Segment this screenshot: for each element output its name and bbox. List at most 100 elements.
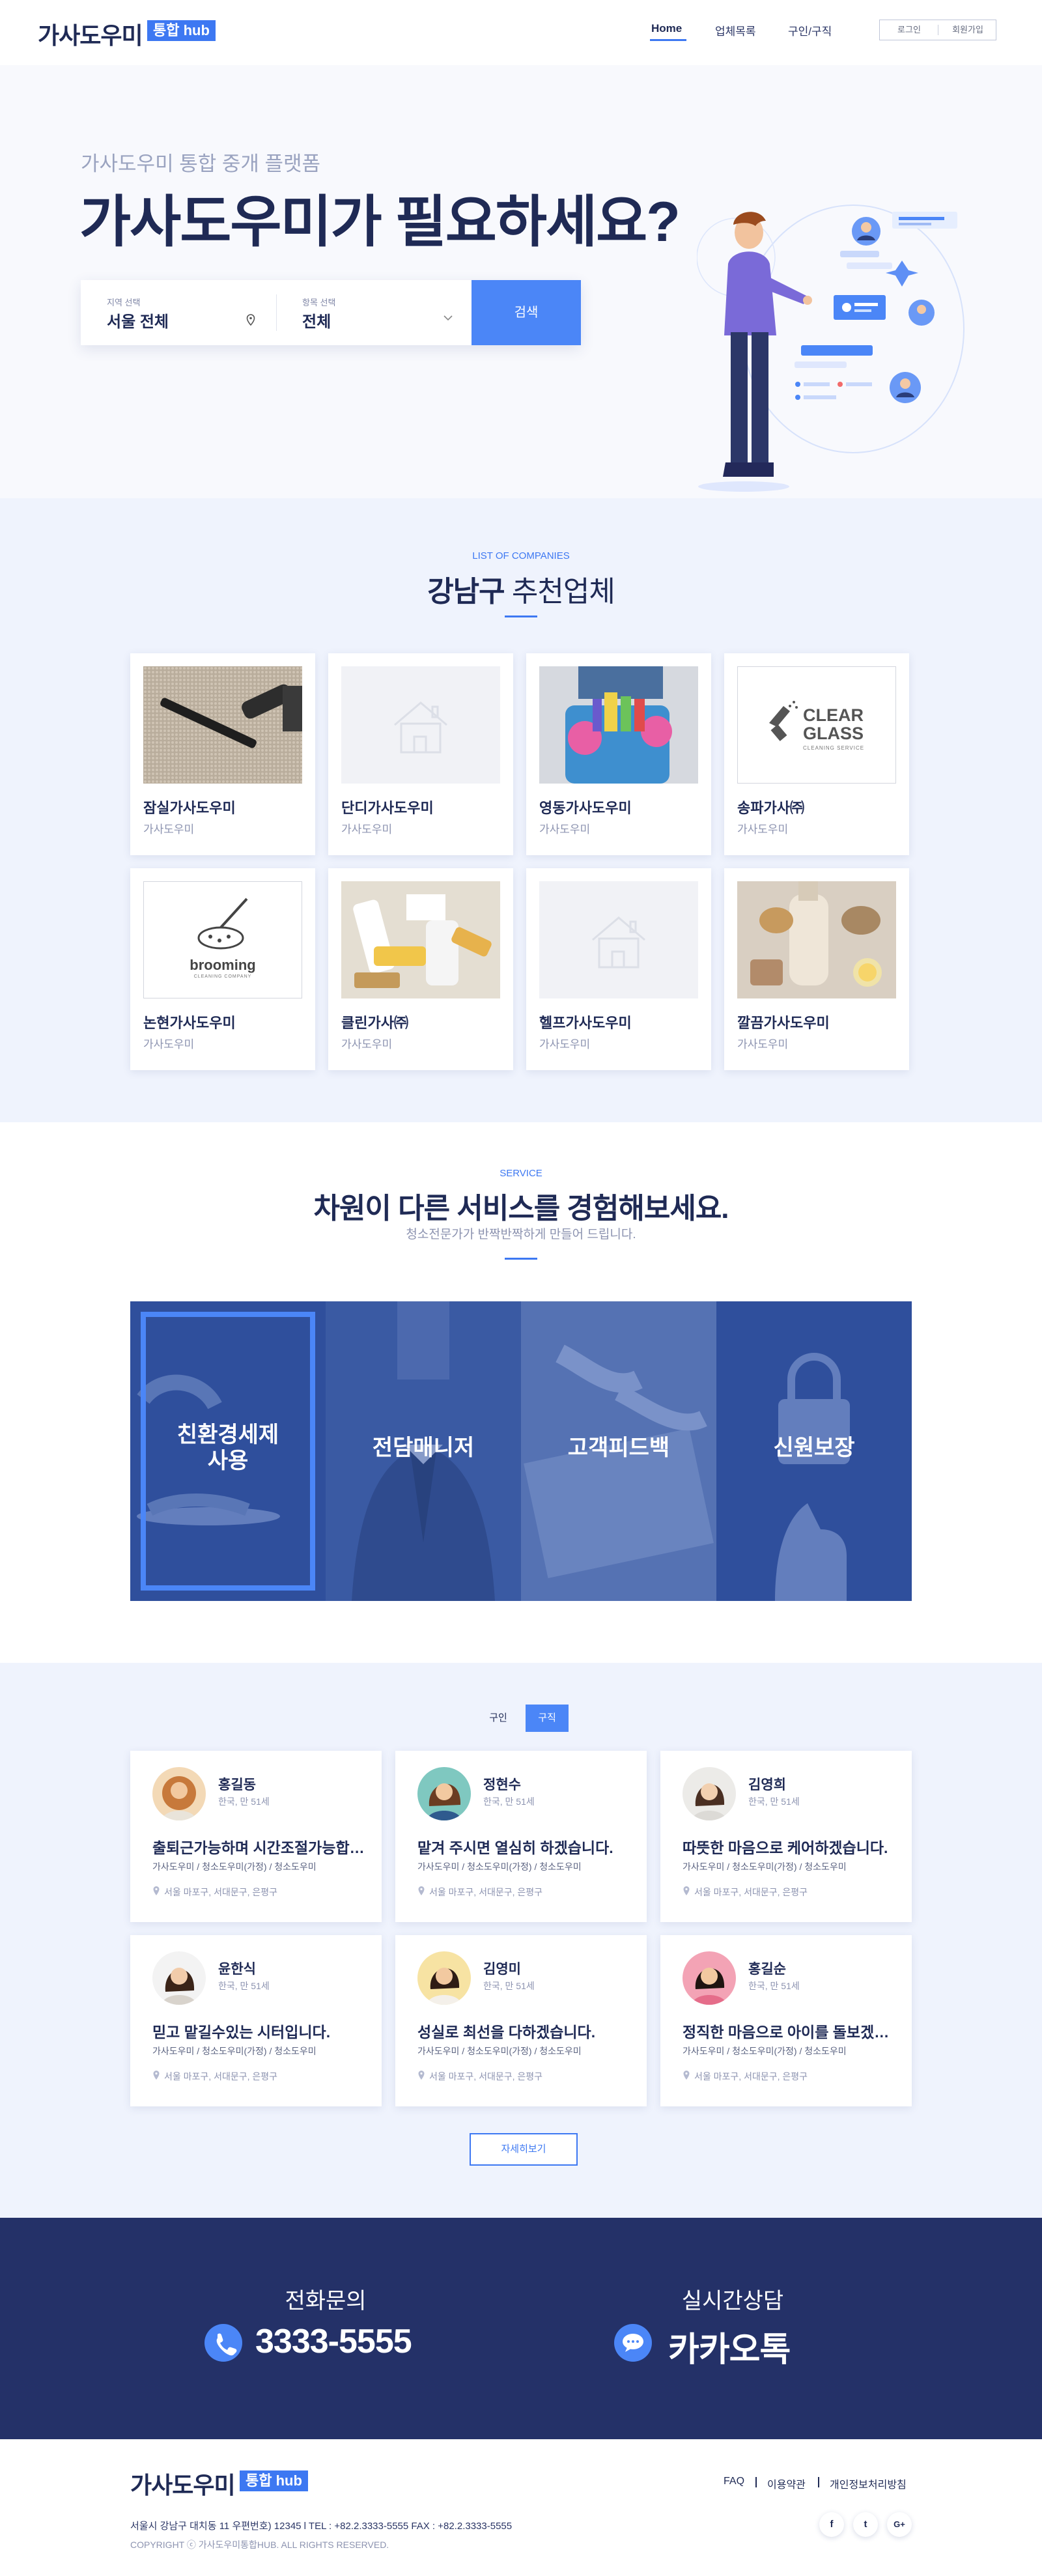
profile-tags: 가사도우미 / 청소도우미(가정) / 청소도우미: [683, 1861, 847, 1872]
profile-tags: 가사도우미 / 청소도우미(가정) / 청소도우미: [417, 1861, 582, 1872]
company-card[interactable]: 헬프가사도우미 가사도우미: [526, 868, 711, 1070]
avatar: [683, 1951, 736, 2005]
login-button[interactable]: 로그인: [880, 20, 938, 40]
phone-icon: [204, 2324, 242, 2362]
profile-tags: 가사도우미 / 청소도우미(가정) / 청소도우미: [152, 2046, 317, 2056]
company-card[interactable]: CLEAR GLASS CLEANING SERVICE 송파가사㈜ 가사도우미: [724, 653, 909, 855]
footer-link-faq[interactable]: FAQ: [724, 2476, 744, 2487]
company-image: [143, 666, 302, 784]
clear-glass-logo-tagline: CLEANING SERVICE: [803, 745, 865, 751]
tab-seeking[interactable]: 구직: [526, 1705, 569, 1732]
company-image: [341, 881, 500, 998]
company-category: 가사도우미: [539, 1038, 591, 1051]
company-card[interactable]: 단디가사도우미 가사도우미: [328, 653, 513, 855]
chat-label: 실시간상담: [681, 2289, 784, 2314]
profile-card[interactable]: 김영희 한국, 만 51세 따뜻한 마음으로 케어하겠습니다. 가사도우미 / …: [660, 1751, 912, 1922]
avatar: [152, 1951, 206, 2005]
nav-active-underline: [650, 39, 686, 41]
profile-card[interactable]: 윤한식 한국, 만 51세 믿고 맡길수있는 시터입니다. 가사도우미 / 청소…: [130, 1935, 382, 2106]
company-name: 단디가사도우미: [341, 800, 434, 816]
chevron-down-icon[interactable]: [443, 314, 453, 322]
location-pin-icon: [418, 1886, 425, 1895]
footer-link-privacy[interactable]: 개인정보처리방침: [830, 2476, 907, 2491]
company-image: [539, 666, 698, 784]
hero-illustration: [697, 205, 965, 492]
phone-number[interactable]: 3333-5555: [255, 2322, 412, 2361]
hero-subtitle: 가사도우미 통합 중개 플랫폼: [81, 152, 321, 175]
company-card[interactable]: 영동가사도우미 가사도우미: [526, 653, 711, 855]
company-name: 영동가사도우미: [539, 800, 632, 816]
service-panel-label: 고객피드백: [567, 1436, 670, 1460]
tab-hiring[interactable]: 구인: [481, 1705, 516, 1732]
brooming-logo-text: brooming: [190, 957, 256, 973]
company-card[interactable]: 클린가사㈜ 가사도우미: [328, 868, 513, 1070]
twitter-icon[interactable]: t: [853, 2512, 878, 2537]
profile-location: 서울 마포구, 서대문구, 은평구: [164, 1887, 278, 1897]
profile-card[interactable]: 홍길순 한국, 만 51세 정직한 마음으로 아이를 돌보겠습니다 가사도우미 …: [660, 1935, 912, 2106]
service-panel-manager[interactable]: 전담매니저: [326, 1301, 521, 1601]
site-footer: 가사도우미 통합 hub FAQ 이용약관 개인정보처리방침 서울시 강남구 대…: [0, 2439, 1042, 2576]
nav-companies[interactable]: 업체목록: [715, 22, 756, 38]
service-panel-eco[interactable]: 친환경세제 사용: [130, 1301, 326, 1601]
company-category: 가사도우미: [737, 1038, 789, 1051]
service-title-underline: [505, 1258, 537, 1260]
brooming-logo: [197, 898, 248, 950]
footer-logo-badge[interactable]: 통합 hub: [240, 2470, 308, 2491]
service-panel-identity[interactable]: 신원보장: [716, 1301, 912, 1601]
logo-badge[interactable]: 통합 hub: [147, 20, 216, 41]
nav-jobs[interactable]: 구인/구직: [788, 22, 832, 38]
google-plus-icon[interactable]: G+: [887, 2512, 912, 2537]
nav-home[interactable]: Home: [651, 22, 682, 35]
profile-card[interactable]: 김영미 한국, 만 51세 성실로 최선을 다하겠습니다. 가사도우미 / 청소…: [395, 1935, 647, 2106]
profile-card[interactable]: 정현수 한국, 만 51세 맡겨 주시면 열심히 하겠습니다. 가사도우미 / …: [395, 1751, 647, 1922]
profile-location: 서울 마포구, 서대문구, 은평구: [164, 2071, 278, 2082]
avatar: [683, 1767, 736, 1820]
search-button[interactable]: 검색: [472, 280, 581, 345]
companies-title: 강남구 추천업체: [0, 568, 1042, 610]
profile-tags: 가사도우미 / 청소도우미(가정) / 청소도우미: [417, 2046, 582, 2056]
footer-logo[interactable]: 가사도우미: [130, 2467, 236, 2500]
avatar: [152, 1767, 206, 1820]
companies-eyebrow: LIST OF COMPANIES: [472, 550, 570, 561]
contact-section: 전화문의 3333-5555 실시간상담 카카오톡: [0, 2218, 1042, 2439]
service-panels: 친환경세제 사용 전담매니저 고객피드백 신원보장: [130, 1301, 912, 1601]
service-section: SERVICE 차원이 다른 서비스를 경험해보세요. 청소전문가가 반짝반짝하…: [0, 1122, 1042, 1663]
companies-title-underline: [505, 616, 537, 617]
category-select[interactable]: 전체: [302, 309, 331, 332]
region-label: 지역 선택: [107, 298, 141, 307]
companies-title-strong: 강남구: [427, 576, 505, 608]
location-pin-icon: [246, 314, 255, 326]
facebook-icon[interactable]: f: [819, 2512, 844, 2537]
signup-button[interactable]: 회원가입: [938, 20, 997, 40]
profile-card[interactable]: 홍길동 한국, 만 51세 출퇴근가능하며 시간조절가능합니다 가사도우미 / …: [130, 1751, 382, 1922]
company-image: [341, 666, 500, 784]
profile-headline: 맡겨 주시면 열심히 하겠습니다.: [417, 1839, 613, 1856]
company-card[interactable]: 깔끔가사도우미 가사도우미: [724, 868, 909, 1070]
company-name: 깔끔가사도우미: [737, 1015, 830, 1031]
phone-label: 전화문의: [285, 2289, 367, 2314]
profile-headline: 따뜻한 마음으로 케어하겠습니다.: [683, 1839, 888, 1856]
profile-meta: 한국, 만 51세: [748, 1796, 800, 1807]
search-divider: [276, 294, 277, 331]
kakaotalk-link[interactable]: 카카오톡: [668, 2322, 791, 2371]
logo[interactable]: 가사도우미: [38, 17, 143, 51]
location-pin-icon: [683, 2071, 690, 2080]
company-category: 가사도우미: [341, 823, 393, 836]
region-select[interactable]: 서울 전체: [107, 309, 169, 332]
footer-link-terms[interactable]: 이용약관: [767, 2476, 806, 2491]
search-box: 지역 선택 서울 전체 항목 선택 전체 검색: [81, 280, 581, 345]
footer-link-divider: [818, 2477, 819, 2487]
service-subtitle: 청소전문가가 반짝반짝하게 만들어 드립니다.: [406, 1228, 636, 1241]
more-button[interactable]: 자세히보기: [470, 2133, 578, 2166]
service-panel-feedback[interactable]: 고객피드백: [521, 1301, 716, 1601]
service-title: 차원이 다른 서비스를 경험해보세요.: [313, 1193, 729, 1224]
company-name: 송파가사㈜: [737, 800, 804, 816]
company-name: 헬프가사도우미: [539, 1015, 632, 1031]
site-header: 가사도우미 통합 hub Home 업체목록 구인/구직 로그인 회원가입: [0, 0, 1042, 65]
service-panel-label: 신원보장: [773, 1436, 855, 1460]
companies-section: LIST OF COMPANIES 강남구 추천업체 잠실가사도우미 가사도우미…: [0, 498, 1042, 1122]
company-card[interactable]: brooming CLEANING COMPANY 논현가사도우미 가사도우미: [130, 868, 315, 1070]
profile-name: 김영희: [748, 1777, 786, 1792]
company-card[interactable]: 잠실가사도우미 가사도우미: [130, 653, 315, 855]
hero-title: 가사도우미가 필요하세요?: [79, 191, 681, 253]
